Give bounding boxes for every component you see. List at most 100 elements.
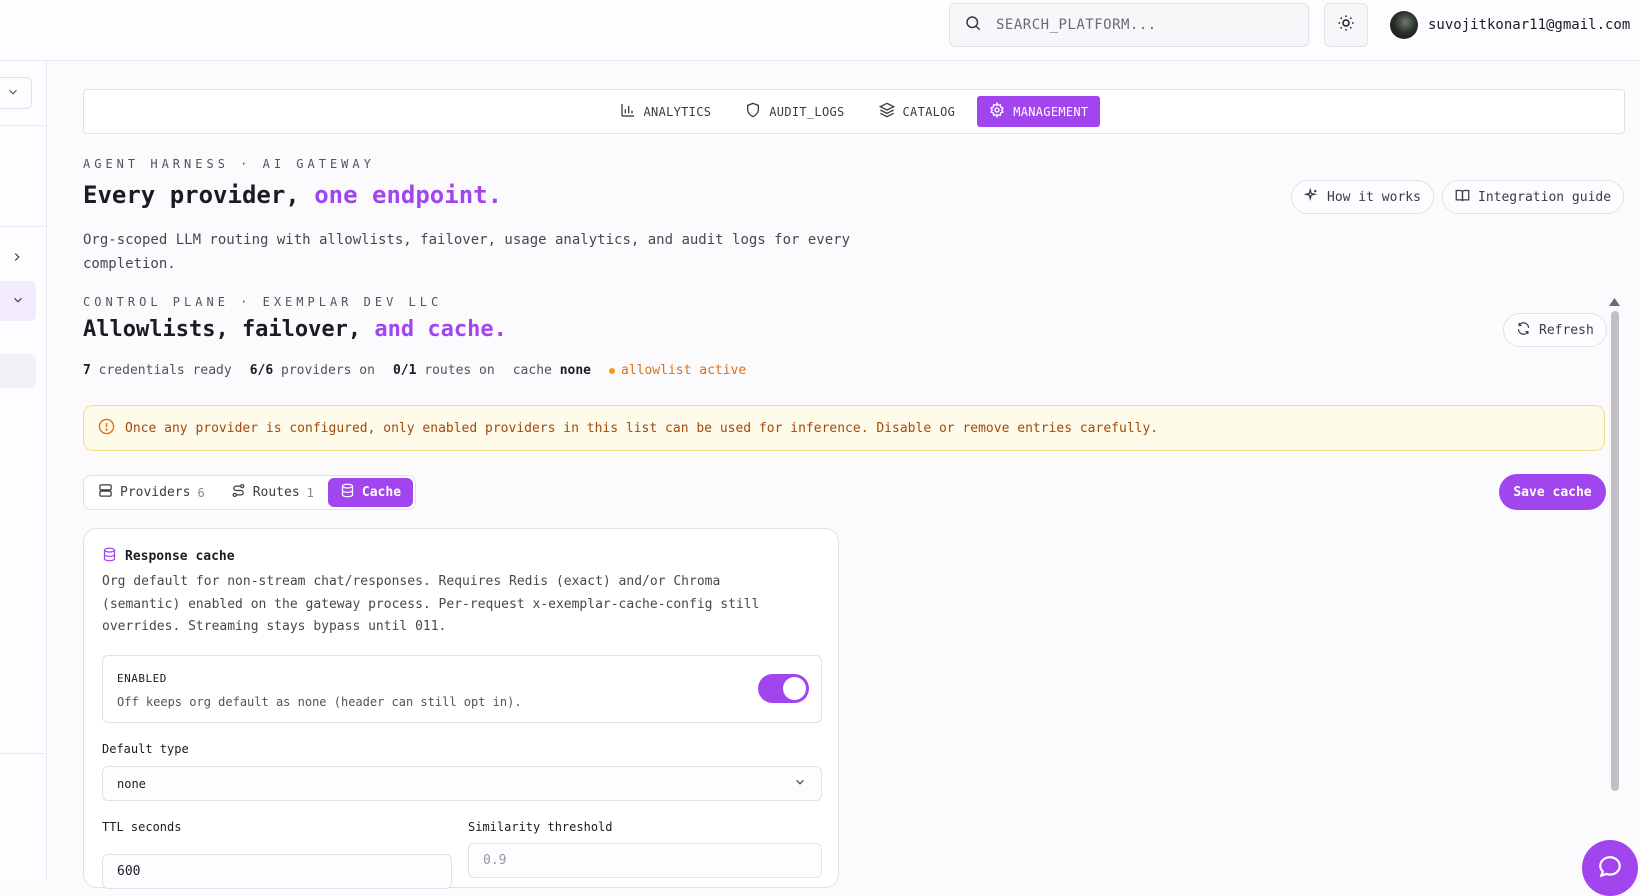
- tab-label: Routes: [252, 485, 300, 500]
- sun-icon: [1337, 14, 1355, 36]
- similarity-label: Similarity threshold: [468, 820, 613, 834]
- routes-stat: 0/1 routes on: [393, 363, 495, 378]
- response-cache-card: Response cache Org default for non-strea…: [83, 528, 839, 889]
- default-type-label: Default type: [102, 742, 189, 756]
- workspace-switcher-button[interactable]: [0, 77, 32, 109]
- credentials-count: 7: [83, 363, 91, 378]
- cache-value: none: [559, 363, 591, 378]
- refresh-label: Refresh: [1539, 322, 1594, 338]
- tab-routes[interactable]: Routes 1: [219, 478, 326, 507]
- alert-text: Once any provider is configured, only en…: [125, 420, 1159, 436]
- tab-cache[interactable]: Cache: [327, 478, 414, 507]
- chevron-right-icon: [10, 249, 24, 268]
- providers-text: providers on: [281, 363, 375, 378]
- chevron-down-icon: [793, 775, 807, 792]
- sparkles-icon: [1303, 186, 1319, 207]
- allowlist-text: allowlist active: [621, 363, 747, 378]
- default-type-select[interactable]: none: [102, 766, 822, 801]
- tab-count: 6: [197, 485, 205, 500]
- allowlist-status-badge: allowlist active: [609, 363, 746, 378]
- scroll-up-arrow-icon[interactable]: [1608, 297, 1621, 307]
- chat-button[interactable]: [1582, 840, 1638, 896]
- shield-icon: [745, 102, 761, 121]
- similarity-input[interactable]: 0.9: [468, 843, 822, 878]
- routes-count: 0/1: [392, 363, 417, 378]
- tab-audit-logs[interactable]: AUDIT_LOGS: [733, 96, 856, 127]
- ttl-label: TTL seconds: [102, 820, 182, 834]
- tab-analytics[interactable]: ANALYTICS: [608, 96, 724, 127]
- user-email: suvojitkonar11@gmail.com: [1428, 17, 1631, 33]
- sidebar-divider: [0, 753, 46, 754]
- sidebar-expand-button[interactable]: [10, 249, 24, 268]
- tab-label: CATALOG: [902, 104, 956, 119]
- left-sidebar: [0, 61, 47, 880]
- tab-label: MANAGEMENT: [1013, 104, 1089, 119]
- section-nav: ANALYTICS AUDIT_LOGS CATALOG MANAGEMENT: [83, 89, 1625, 134]
- tab-catalog[interactable]: CATALOG: [867, 96, 968, 127]
- scrollbar-thumb[interactable]: [1611, 311, 1619, 791]
- tab-count: 1: [306, 485, 314, 500]
- credentials-text: credentials ready: [98, 363, 232, 378]
- title-plain: Every provider,: [83, 181, 300, 209]
- book-open-icon: [1455, 188, 1470, 207]
- hero-eyebrow: AGENT HARNESS · AI GATEWAY: [83, 157, 375, 171]
- gear-icon: [989, 101, 1005, 121]
- title-accent: one endpoint.: [314, 181, 503, 209]
- sidebar-item-active[interactable]: [0, 281, 36, 321]
- integration-guide-button[interactable]: Integration guide: [1442, 180, 1625, 214]
- how-it-works-label: How it works: [1327, 189, 1421, 205]
- page-title: Every provider, one endpoint.: [83, 181, 502, 209]
- section-title-accent: and cache.: [374, 317, 507, 342]
- scrollbar[interactable]: [1608, 295, 1621, 795]
- database-icon: [102, 547, 117, 566]
- hero-description: Org-scoped LLM routing with allowlists, …: [83, 232, 851, 272]
- route-icon: [231, 483, 246, 502]
- tab-label: ANALYTICS: [643, 104, 712, 119]
- routes-text: routes on: [424, 363, 495, 378]
- user-menu[interactable]: suvojitkonar11@gmail.com: [1390, 11, 1630, 39]
- enabled-label: ENABLED: [117, 672, 167, 685]
- top-bar: SEARCH_PLATFORM... suvojitkonar11@gmail.…: [0, 0, 1640, 61]
- theme-toggle-button[interactable]: [1324, 3, 1368, 47]
- bar-chart-icon: [620, 102, 636, 121]
- cache-text: cache: [512, 363, 552, 378]
- toggle-knob: [783, 677, 806, 700]
- warning-alert: Once any provider is configured, only en…: [83, 405, 1605, 451]
- avatar: [1390, 11, 1418, 39]
- server-icon: [98, 483, 113, 502]
- search-input[interactable]: SEARCH_PLATFORM...: [949, 3, 1309, 47]
- save-cache-button[interactable]: Save cache: [1499, 474, 1606, 510]
- tab-label: Cache: [361, 485, 402, 500]
- refresh-button[interactable]: Refresh: [1503, 313, 1607, 347]
- search-icon: [964, 14, 982, 36]
- chevron-down-icon: [11, 292, 25, 311]
- control-eyebrow: CONTROL PLANE · EXEMPLAR DEV LLC: [83, 295, 443, 309]
- providers-stat: 6/6 providers on: [250, 363, 375, 378]
- sidebar-divider: [0, 226, 46, 227]
- ttl-input[interactable]: 600: [102, 854, 452, 889]
- enabled-toggle[interactable]: [758, 674, 809, 703]
- config-tabs: Providers 6 Routes 1 Cache: [83, 475, 417, 510]
- integration-guide-label: Integration guide: [1478, 189, 1612, 205]
- tab-label: AUDIT_LOGS: [769, 104, 845, 119]
- select-value: none: [117, 776, 146, 791]
- enabled-setting: ENABLED Off keeps org default as none (h…: [102, 655, 822, 723]
- tab-providers[interactable]: Providers 6: [86, 478, 217, 507]
- layers-icon: [878, 102, 895, 121]
- tab-management[interactable]: MANAGEMENT: [977, 96, 1101, 127]
- tab-label: Providers: [120, 485, 191, 500]
- enabled-help-text: Off keeps org default as none (header ca…: [117, 695, 522, 709]
- ttl-value: 600: [117, 864, 141, 879]
- section-title: Allowlists, failover, and cache.: [83, 317, 507, 342]
- status-dot: [609, 367, 615, 374]
- card-description: Org default for non-stream chat/response…: [102, 574, 760, 634]
- search-placeholder: SEARCH_PLATFORM...: [996, 17, 1157, 33]
- section-title-plain: Allowlists, failover,: [83, 317, 362, 342]
- providers-count: 6/6: [249, 363, 274, 378]
- credentials-stat: 7 credentials ready: [83, 363, 232, 378]
- card-title: Response cache: [102, 547, 235, 566]
- cache-stat: cache none: [513, 363, 591, 378]
- status-summary: 7 credentials ready 6/6 providers on 0/1…: [83, 363, 746, 378]
- how-it-works-button[interactable]: How it works: [1291, 180, 1434, 214]
- sidebar-item[interactable]: [0, 354, 36, 388]
